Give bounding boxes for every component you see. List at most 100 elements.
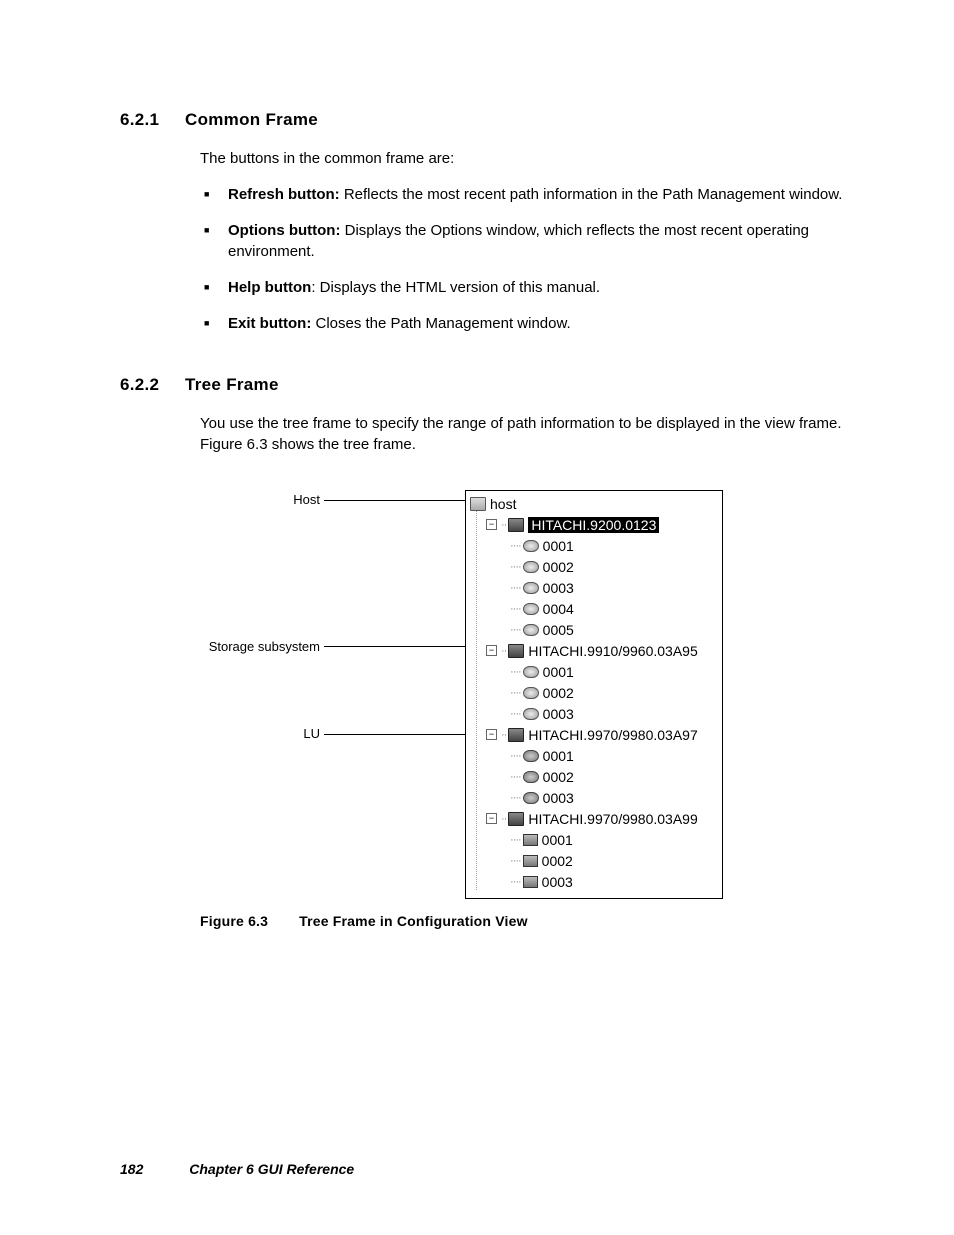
tree-subsystem-label: HITACHI.9910/9960.03A95 xyxy=(528,643,697,659)
tree-lu[interactable]: ···· 0001 xyxy=(470,745,718,766)
tree-lu-label: 0001 xyxy=(543,664,574,680)
tree-connector: ···· xyxy=(510,624,521,636)
tree-connector: ···· xyxy=(510,561,521,573)
disk-icon xyxy=(523,603,539,615)
tree-subsystem[interactable]: −··HITACHI.9910/9960.03A95 xyxy=(470,640,718,661)
tree-subsystem-label: HITACHI.9970/9980.03A97 xyxy=(528,727,697,743)
tree-subsystem-label: HITACHI.9970/9980.03A99 xyxy=(528,811,697,827)
bullet-list: Refresh button: Reflects the most recent… xyxy=(200,184,864,335)
tree-connector: ···· xyxy=(510,876,521,888)
tree-lu[interactable]: ····0003 xyxy=(470,787,718,808)
tree-lu[interactable]: ···· 0001 xyxy=(470,829,718,850)
tree-subsystem[interactable]: −··HITACHI.9970/9980.03A97 xyxy=(470,724,718,745)
disk-icon xyxy=(523,582,539,594)
tree-connector: ···· xyxy=(510,750,521,762)
tree-connector: ···· xyxy=(510,708,521,720)
tree-subsystem[interactable]: −·· HITACHI.9200.0123 xyxy=(470,514,718,535)
tree-root-label: host xyxy=(490,496,516,512)
disk-icon xyxy=(523,540,539,552)
bullet-item: Help button: Displays the HTML version o… xyxy=(200,277,864,299)
disk-icon xyxy=(523,687,539,699)
storage-icon xyxy=(508,644,524,658)
bullet-label: Refresh button: xyxy=(228,186,340,203)
tree-lu[interactable]: ····0003 xyxy=(470,577,718,598)
tree-lu[interactable]: ····0004 xyxy=(470,598,718,619)
tree-connector: ···· xyxy=(510,834,521,846)
disk-icon xyxy=(523,561,539,573)
lu-icon xyxy=(523,876,538,888)
section-number: 6.2.1 xyxy=(120,110,185,130)
tree-lu-label: 0002 xyxy=(543,685,574,701)
section-heading-622: 6.2.2 Tree Frame xyxy=(120,375,864,395)
storage-icon xyxy=(508,518,524,532)
bullet-item: Exit button: Closes the Path Management … xyxy=(200,313,864,335)
tree-lu[interactable]: ···· 0002 xyxy=(470,556,718,577)
section2-para: You use the tree frame to specify the ra… xyxy=(200,413,864,457)
tree-connector: ···· xyxy=(510,582,521,594)
tree-lu[interactable]: ····0005 xyxy=(470,619,718,640)
figure-number: Figure 6.3 xyxy=(200,913,295,929)
tree-panel: host−··HITACHI.9200.0123····0001····0002… xyxy=(465,490,723,899)
disk-icon xyxy=(523,624,539,636)
tree-lu-label: 0003 xyxy=(543,706,574,722)
storage-icon xyxy=(508,812,524,826)
tree-lu[interactable]: ···· 0002 xyxy=(470,850,718,871)
collapse-icon[interactable]: − xyxy=(486,729,497,740)
bullet-label: Options button: xyxy=(228,222,340,239)
tree-lu-label: 0003 xyxy=(542,874,573,890)
bullet-desc: Closes the Path Management window. xyxy=(311,315,570,332)
tree-lu-label: 0001 xyxy=(542,832,573,848)
tree-connector: ···· xyxy=(510,603,521,615)
tree-lu[interactable]: ···· 0001 xyxy=(470,661,718,682)
disk-icon xyxy=(523,771,539,783)
tree-lu-label: 0002 xyxy=(542,853,573,869)
tree-subsystem[interactable]: −·· HITACHI.9970/9980.03A99 xyxy=(470,808,718,829)
tree-lu-label: 0001 xyxy=(543,538,574,554)
tree-lu[interactable]: ···· 0003 xyxy=(470,871,718,892)
tree-lu[interactable]: ···· 0003 xyxy=(470,703,718,724)
collapse-icon[interactable]: − xyxy=(486,813,497,824)
tree-connector: ·· xyxy=(501,519,506,531)
bullet-item: Options button: Displays the Options win… xyxy=(200,220,864,264)
page-number: 182 xyxy=(120,1161,143,1177)
disk-icon xyxy=(523,750,539,762)
tree-guide xyxy=(476,511,477,890)
tree-lu[interactable]: ···· 0002 xyxy=(470,682,718,703)
bullet-label: Help button xyxy=(228,279,311,296)
annotation-host: Host xyxy=(200,492,320,507)
tree-root[interactable]: host xyxy=(470,493,718,514)
host-icon xyxy=(470,497,486,511)
bullet-label: Exit button: xyxy=(228,315,311,332)
tree-lu[interactable]: ···· 0001 xyxy=(470,535,718,556)
disk-icon xyxy=(523,708,539,720)
bullet-desc: : Displays the HTML version of this manu… xyxy=(311,279,600,296)
tree-connector: ···· xyxy=(510,687,521,699)
disk-icon xyxy=(523,666,539,678)
tree-connector: ·· xyxy=(501,813,506,825)
tree-connector: ···· xyxy=(510,666,521,678)
tree-lu[interactable]: ···· 0002 xyxy=(470,766,718,787)
tree-connector: ···· xyxy=(510,855,521,867)
lu-icon xyxy=(523,855,538,867)
tree-connector: ···· xyxy=(510,540,521,552)
tree-connector: ···· xyxy=(510,771,521,783)
section-heading-621: 6.2.1 Common Frame xyxy=(120,110,864,130)
page-footer: 182 Chapter 6 GUI Reference xyxy=(120,1161,354,1177)
tree-subsystem-label: HITACHI.9200.0123 xyxy=(528,517,659,533)
collapse-icon[interactable]: − xyxy=(486,645,497,656)
annotation-storage: Storage subsystem xyxy=(200,639,320,654)
chapter-label: Chapter 6 GUI Reference xyxy=(189,1161,354,1177)
tree-lu-label: 0002 xyxy=(543,559,574,575)
figure-caption-text: Tree Frame in Configuration View xyxy=(299,913,528,929)
annotation-lu: LU xyxy=(200,726,320,741)
tree-lu-label: 0002 xyxy=(543,769,574,785)
collapse-icon[interactable]: − xyxy=(486,519,497,530)
tree-lu-label: 0003 xyxy=(543,790,574,806)
storage-icon xyxy=(508,728,524,742)
lu-icon xyxy=(523,834,538,846)
tree-lu-label: 0001 xyxy=(543,748,574,764)
section-number: 6.2.2 xyxy=(120,375,185,395)
figure-caption: Figure 6.3 Tree Frame in Configuration V… xyxy=(200,913,864,929)
section1-intro: The buttons in the common frame are: xyxy=(200,148,864,170)
figure-6-3: Host Storage subsystem LU host−··HITACHI… xyxy=(200,490,864,929)
